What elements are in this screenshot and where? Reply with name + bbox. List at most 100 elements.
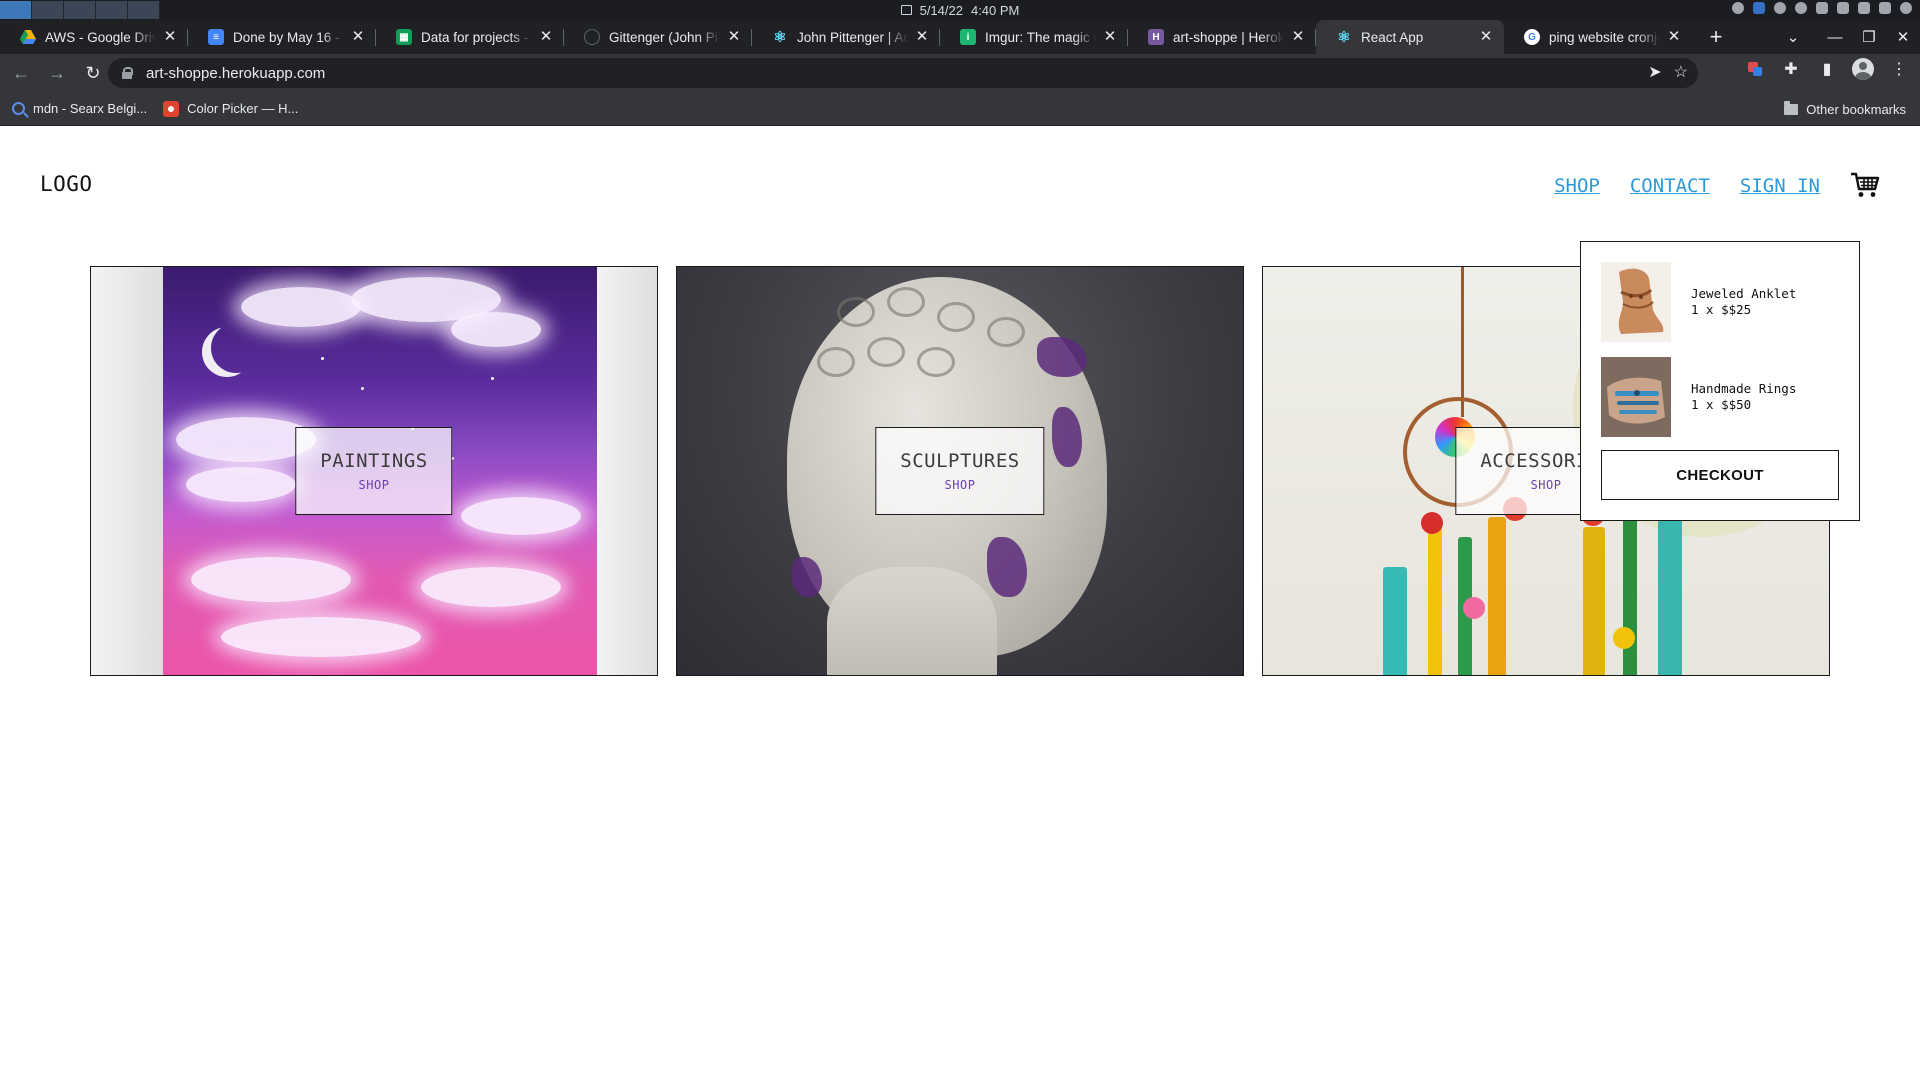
google-docs-icon: ≡ [208,29,224,45]
tab-title: React App [1361,29,1424,45]
close-icon[interactable]: ✕ [1290,29,1306,45]
category-label-box[interactable]: PAINTINGS SHOP [295,427,453,515]
back-button[interactable]: ← [6,58,36,88]
cart-item: Handmade Rings 1 x $$50 [1601,357,1839,437]
search-icon [12,102,25,115]
other-bookmarks-label: Other bookmarks [1806,101,1906,117]
puzzle-icon[interactable]: ✚ [1780,58,1802,80]
volume-icon[interactable] [1837,2,1849,14]
os-date: 5/14/22 [919,2,963,18]
reload-button[interactable]: ↻ [78,58,108,88]
side-panel-icon[interactable]: ▮ [1816,58,1838,80]
color-picker-icon [163,100,180,117]
category-shop-label: SHOP [944,478,976,492]
directory-item-sculptures[interactable]: SCULPTURES SHOP [676,266,1244,676]
heroku-icon: H [1148,29,1164,45]
close-icon[interactable]: ✕ [350,29,366,45]
os-top-bar: 5/14/22 4:40 PM [0,0,1920,20]
browser-tab[interactable]: ▦ Data for projects - Go ✕ [376,20,564,54]
sync-icon[interactable] [1795,2,1807,14]
browser-tab[interactable]: H art-shoppe | Heroku ✕ [1128,20,1316,54]
close-window-button[interactable]: ✕ [1886,20,1920,54]
bookmark-item[interactable]: mdn - Searx Belgi... [12,101,147,116]
tab-title: ping website cronjob [1549,29,1660,45]
close-icon[interactable]: ✕ [726,29,742,45]
google-drive-icon [20,29,36,45]
category-label-box[interactable]: SCULPTURES SHOP [875,427,1045,515]
bookmark-item[interactable]: Color Picker — H... [163,100,299,117]
cart-item: Jeweled Anklet 1 x $$25 [1601,262,1839,342]
os-time: 4:40 PM [970,2,1020,18]
profile-avatar[interactable] [1852,58,1874,80]
lock-icon[interactable] [122,67,133,79]
new-tab-button[interactable]: + [1700,20,1732,54]
github-icon [584,29,600,45]
react-icon: ⚛ [1337,29,1351,46]
other-bookmarks[interactable]: Other bookmarks [1784,92,1906,126]
send-icon[interactable]: ➤ [1648,62,1661,82]
forward-button[interactable]: → [42,58,72,88]
star-icon[interactable]: ☆ [1674,62,1688,82]
display-icon[interactable] [1858,2,1870,14]
browser-tab[interactable]: ⚛ John Pittenger | Adm ✕ [752,20,940,54]
browser-tab[interactable]: i Imgur: The magic of ✕ [940,20,1128,54]
site-nav: SHOP CONTACT SIGN IN [1554,175,1820,197]
tab-title: Imgur: The magic of [985,29,1096,45]
bookmark-label: Color Picker — H... [187,101,299,116]
media-icon[interactable] [1774,2,1786,14]
directory-item-paintings[interactable]: PAINTINGS SHOP [90,266,658,676]
browser-tab[interactable]: ≡ Done by May 16 - Go ✕ [188,20,376,54]
system-tray [1732,2,1912,14]
close-icon[interactable]: ✕ [538,29,554,45]
tab-search-button[interactable]: ⌄ [1776,20,1810,54]
close-icon[interactable]: ✕ [1478,29,1494,45]
cart-item-name: Handmade Rings [1691,381,1797,396]
power-icon[interactable] [1900,2,1912,14]
nav-sign-in-link[interactable]: SIGN IN [1740,175,1820,197]
url-text[interactable]: art-shoppe.herokuapp.com [146,65,325,82]
bookmark-label: mdn - Searx Belgi... [33,101,148,116]
nav-contact-link[interactable]: CONTACT [1630,175,1710,197]
calendar-icon [900,5,912,15]
browser-tab-active[interactable]: ⚛ React App ✕ [1316,20,1504,54]
shopping-cart-icon[interactable] [1850,171,1880,199]
tab-title: AWS - Google Drive [45,29,156,45]
bitwarden-icon[interactable] [1753,2,1765,14]
browser-tab[interactable]: Gittenger (John Pitte ✕ [564,20,752,54]
react-icon: ⚛ [773,29,787,46]
cart-dropdown: Jeweled Anklet 1 x $$25 Handmade Rings 1… [1580,241,1860,521]
cart-item-quantity: 1 x $$25 [1691,302,1752,317]
close-icon[interactable]: ✕ [914,29,930,45]
close-icon[interactable]: ✕ [1102,29,1118,45]
google-icon: G [1524,29,1540,45]
site-logo[interactable]: LOGO [40,172,93,196]
close-icon[interactable]: ✕ [1666,29,1682,45]
folder-icon [1784,100,1799,115]
extension-icon[interactable] [1744,58,1766,80]
tab-title: Data for projects - Go [421,29,532,45]
cart-item-quantity: 1 x $$50 [1691,397,1752,412]
imgur-icon: i [960,29,976,45]
restore-button[interactable]: ❐ [1852,20,1886,54]
clipboard-icon[interactable] [1816,2,1828,14]
category-title: PAINTINGS [320,450,428,472]
nav-shop-link[interactable]: SHOP [1554,175,1600,197]
tab-title: art-shoppe | Heroku [1173,29,1284,45]
tab-title: Done by May 16 - Go [233,29,344,45]
browser-tab[interactable]: AWS - Google Drive ✕ [0,20,188,54]
rings-image [1601,357,1671,437]
checkout-button[interactable]: CHECKOUT [1601,450,1839,500]
page-content: LOGO SHOP CONTACT SIGN IN PAINTINGS SHOP… [0,127,1920,1080]
browser-tab[interactable]: G ping website cronjob ✕ [1504,20,1692,54]
address-bar[interactable]: art-shoppe.herokuapp.com ➤ ☆ [108,58,1698,88]
cart-item-name: Jeweled Anklet [1691,286,1797,301]
close-icon[interactable]: ✕ [162,29,178,45]
notification-icon[interactable] [1732,2,1744,14]
minimize-button[interactable]: — [1818,20,1852,54]
category-title: SCULPTURES [900,450,1020,472]
browser-toolbar: ← → ↻ art-shoppe.herokuapp.com ➤ ☆ ✚ ▮ ⋮ [0,54,1920,92]
battery-icon[interactable] [1879,2,1891,14]
browser-tab-strip: AWS - Google Drive ✕ ≡ Done by May 16 - … [0,20,1920,54]
menu-icon[interactable]: ⋮ [1888,58,1910,80]
os-clock[interactable]: 5/14/22 4:40 PM [0,0,1920,20]
